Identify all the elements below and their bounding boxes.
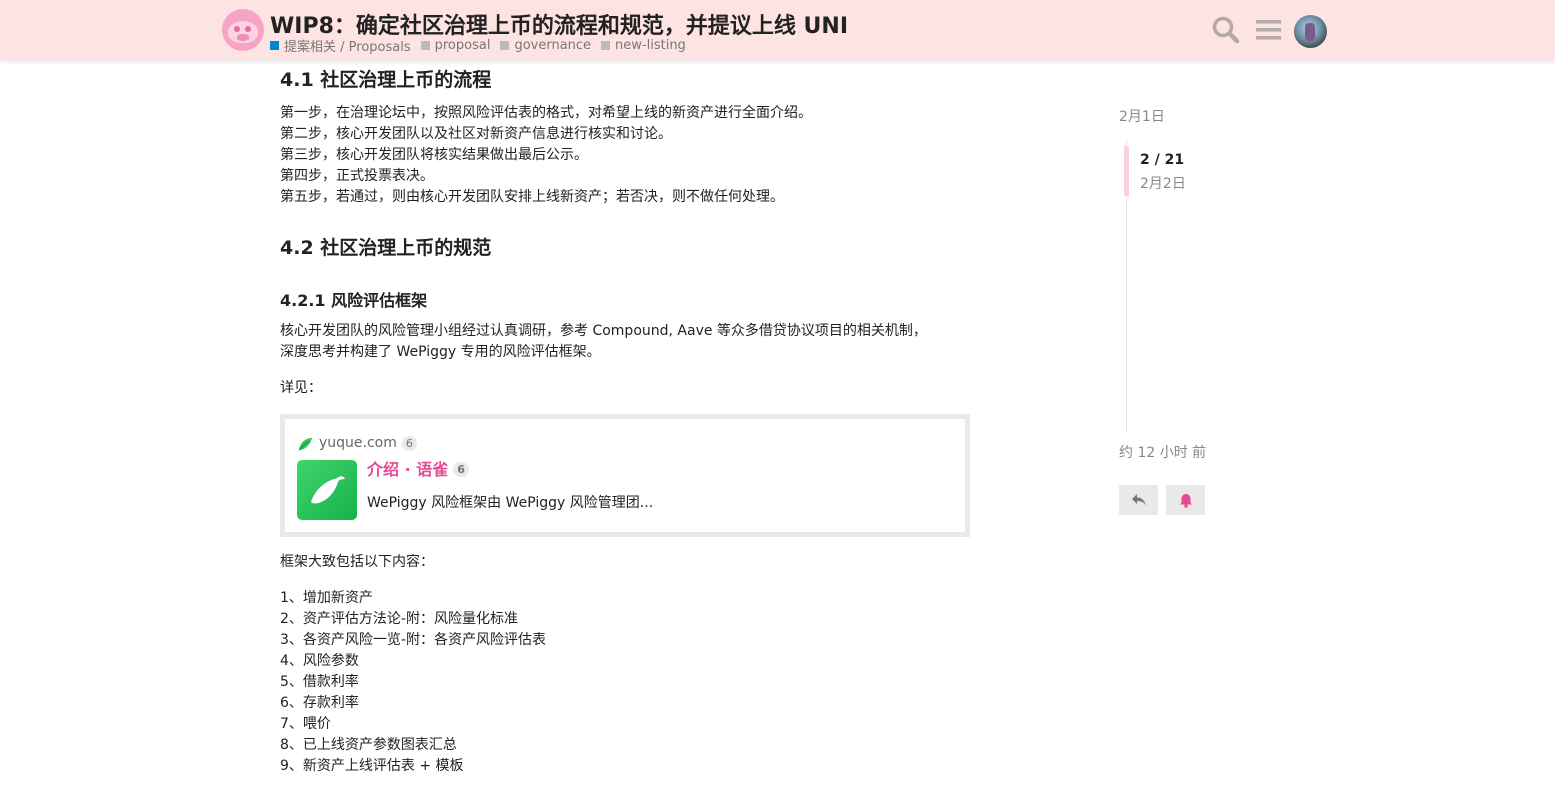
timeline-scroll-handle[interactable] [1124, 146, 1129, 196]
section-heading-4-2: 4.2 社区治理上币的规范 [280, 237, 492, 259]
yuque-bird-icon [311, 476, 345, 504]
category-badge[interactable]: 提案相关 / Proposals [270, 36, 411, 55]
list-item: 3、各资产风险一览-附：各资产风险评估表 [280, 632, 546, 648]
step-line: 第一步，在治理论坛中，按照风险评估表的格式，对希望上线的新资产进行全面介绍。 [280, 105, 812, 121]
bell-icon [1179, 493, 1192, 508]
list-item: 2、资产评估方法论-附：风险量化标准 [280, 611, 518, 627]
timeline-end-label[interactable]: 约 12 小时 前 [1119, 442, 1206, 462]
tag-square-icon [500, 41, 510, 50]
list-item: 9、新资产上线评估表 + 模板 [280, 758, 464, 774]
section-heading-4-1: 4.1 社区治理上币的流程 [280, 69, 492, 91]
yuque-logo-thumbnail [297, 460, 357, 520]
list-item: 6、存款利率 [280, 695, 359, 711]
list-item: 8、已上线资产参数图表汇总 [280, 737, 457, 753]
timeline-current-date: 2月2日 [1140, 176, 1186, 192]
hamburger-menu-icon[interactable] [1253, 14, 1285, 46]
process-steps: 第一步，在治理论坛中，按照风险评估表的格式，对希望上线的新资产进行全面介绍。 第… [280, 103, 970, 208]
list-item: 5、借款利率 [280, 674, 359, 690]
category-label: 提案相关 / Proposals [284, 40, 411, 55]
list-item: 1、增加新资产 [280, 590, 373, 606]
reply-icon [1131, 494, 1146, 506]
tag-new-listing[interactable]: new-listing [601, 38, 686, 53]
link-title[interactable]: 介绍 · 语雀 6 [367, 459, 469, 480]
link-source[interactable]: yuque.com 6 [297, 433, 417, 454]
tag-square-icon [601, 41, 611, 50]
tag-governance[interactable]: governance [500, 38, 591, 53]
step-line: 第三步，核心开发团队将核实结果做出最后公示。 [280, 147, 588, 163]
timeline-post-position: 2 / 21 [1140, 152, 1185, 168]
topic-tags: 提案相关 / Proposals proposal governance new… [270, 36, 696, 55]
step-line: 第五步，若通过，则由核心开发团队安排上线新资产；若否决，则不做任何处理。 [280, 189, 784, 205]
user-avatar[interactable] [1294, 15, 1327, 48]
notification-level-button[interactable] [1166, 485, 1205, 515]
link-description: WePiggy 风险框架由 WePiggy 风险管理团... [367, 495, 654, 511]
step-line: 第四步，正式投票表决。 [280, 168, 434, 184]
timeline-start-date[interactable]: 2月1日 [1119, 106, 1165, 126]
click-count-badge: 6 [453, 462, 469, 477]
list-item: 4、风险参数 [280, 653, 359, 669]
link-source-domain: yuque.com [319, 435, 397, 451]
framework-items-list: 1、增加新资产 2、资产评估方法论-附：风险量化标准 3、各资产风险一览-附：各… [280, 588, 970, 777]
yuque-leaf-icon [298, 437, 312, 450]
list-item: 7、喂价 [280, 716, 331, 732]
search-icon[interactable] [1210, 14, 1242, 46]
reply-button[interactable] [1119, 485, 1158, 515]
link-preview-card[interactable]: yuque.com 6 介绍 · 语雀 6 WePiggy 风险框架由 WePi… [280, 414, 970, 537]
section-heading-4-2-1: 4.2.1 风险评估框架 [280, 291, 428, 310]
tag-proposal[interactable]: proposal [420, 38, 490, 53]
framework-intro-line: 框架大致包括以下内容： [280, 554, 434, 570]
click-count-badge: 6 [401, 436, 417, 451]
see-also-label: 详见： [280, 380, 322, 396]
framework-intro-paragraph: 核心开发团队的风险管理小组经过认真调研，参考 Compound, Aave 等众… [280, 323, 927, 360]
tag-square-icon [420, 41, 430, 50]
step-line: 第二步，核心开发团队以及社区对新资产信息进行核实和讨论。 [280, 126, 672, 142]
category-color-icon [270, 41, 279, 50]
site-header: WIP8：确定社区治理上币的流程和规范，并提议上线 UNI 提案相关 / Pro… [0, 0, 1555, 60]
site-logo[interactable] [222, 9, 264, 51]
